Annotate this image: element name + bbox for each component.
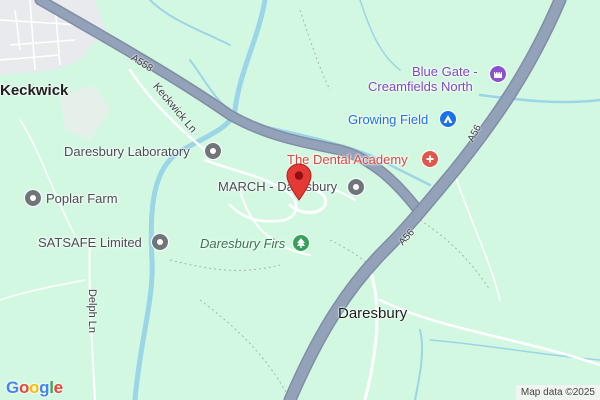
circle-dot-icon[interactable]: [24, 189, 42, 207]
tent-icon[interactable]: [439, 110, 457, 128]
poi-label-growing-field[interactable]: Growing Field: [348, 112, 428, 127]
canal: [132, 0, 268, 400]
poi-label-daresbury-laboratory[interactable]: Daresbury Laboratory: [64, 144, 190, 159]
road-label-delph-ln: Delph Ln: [86, 288, 99, 334]
circle-dot-icon[interactable]: [347, 178, 365, 196]
logo-letter: o: [29, 378, 40, 397]
logo-letter: G: [6, 378, 19, 397]
a56-road-inner: [285, 0, 565, 400]
logo-letter: g: [39, 378, 50, 397]
logo-letter: o: [18, 378, 30, 397]
castle-icon[interactable]: [489, 65, 507, 83]
red-pin-marker[interactable]: [286, 163, 312, 201]
map-canvas[interactable]: Keckwick Daresbury A558 A56 A56 Keckwick…: [0, 0, 600, 400]
daresbury-road: [363, 268, 379, 400]
poi-label-march-daresbury[interactable]: MARCH - Daresbury: [218, 179, 337, 194]
google-logo[interactable]: Google: [6, 378, 63, 398]
poi-label-poplar-farm[interactable]: Poplar Farm: [46, 191, 118, 206]
daresbury-east: [378, 298, 600, 367]
track-3: [454, 174, 501, 301]
track-2: [0, 279, 86, 301]
place-keckwick[interactable]: Keckwick: [0, 82, 68, 99]
place-daresbury[interactable]: Daresbury: [338, 305, 407, 322]
stream-5: [359, 0, 401, 71]
circle-dot-icon[interactable]: [204, 142, 222, 160]
stream-1: [149, 0, 231, 46]
map-attribution[interactable]: Map data ©2025: [515, 385, 600, 400]
tree-icon[interactable]: [292, 234, 310, 252]
stream-6: [414, 329, 424, 400]
medical-cross-icon[interactable]: [421, 150, 439, 168]
poi-label-satsafe-limited[interactable]: SATSAFE Limited: [38, 235, 142, 250]
poi-label-blue-gate-line2[interactable]: Creamfields North: [368, 79, 473, 94]
logo-letter: e: [53, 378, 63, 397]
poi-label-daresbury-firs[interactable]: Daresbury Firs: [200, 236, 285, 251]
track-1: [19, 119, 76, 236]
poi-label-blue-gate-line1[interactable]: Blue Gate -: [412, 64, 478, 79]
circle-dot-icon[interactable]: [151, 233, 169, 251]
